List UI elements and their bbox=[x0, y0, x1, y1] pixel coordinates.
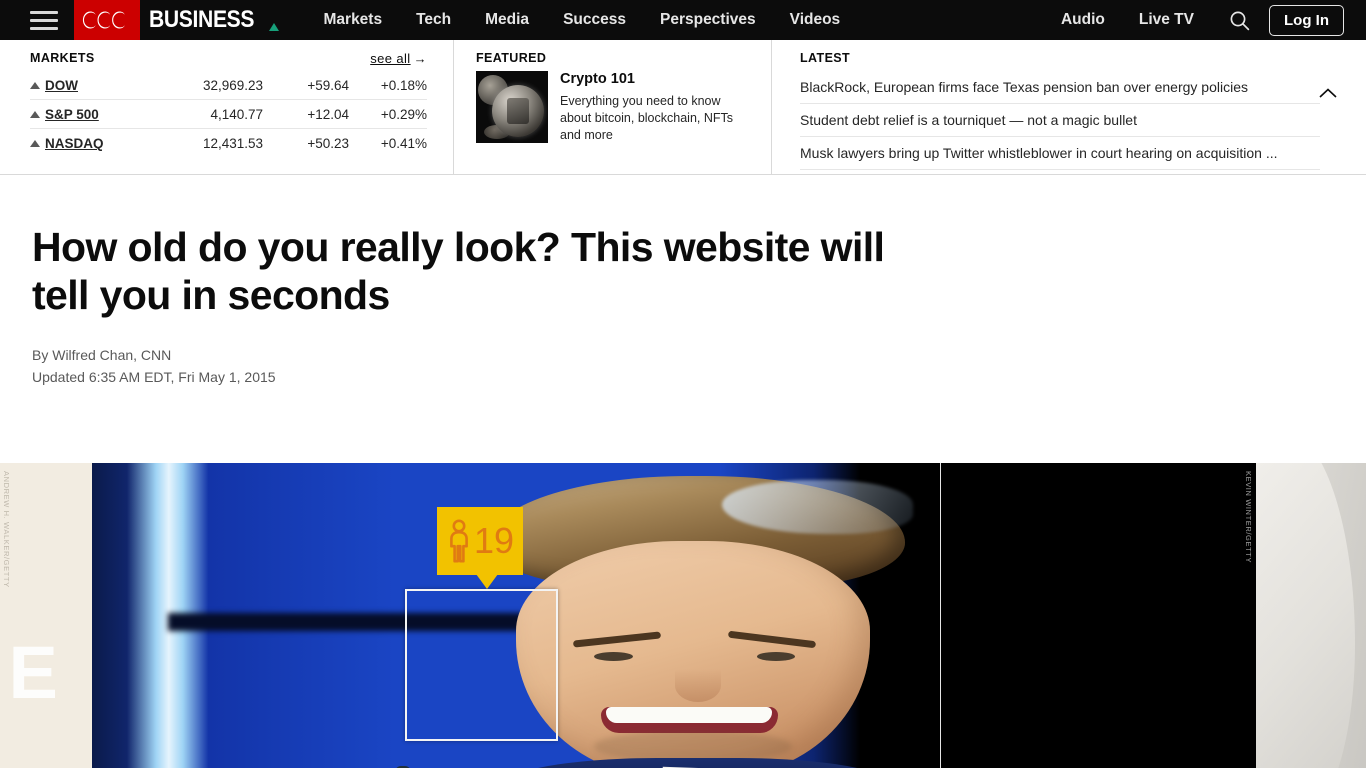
latest-heading: LATEST bbox=[800, 51, 851, 65]
featured-text-block: Crypto 101 Everything you need to know a… bbox=[560, 71, 751, 144]
article-updated-timestamp: Updated 6:35 AM EDT, Fri May 1, 2015 bbox=[32, 369, 276, 386]
table-row[interactable]: NASDAQ 12,431.53 +50.23 +0.41% bbox=[30, 129, 427, 158]
nav-link-live-tv[interactable]: Live TV bbox=[1122, 0, 1211, 40]
featured-heading: FEATURED bbox=[476, 51, 547, 65]
caret-up-icon bbox=[30, 110, 40, 118]
hamburger-menu-icon[interactable] bbox=[30, 10, 58, 30]
market-name-cell: NASDAQ bbox=[30, 136, 159, 151]
age-value: 19 bbox=[473, 519, 515, 561]
market-value: 12,431.53 bbox=[202, 136, 263, 151]
markets-heading: MARKETS bbox=[30, 51, 95, 66]
market-value: 32,969.23 bbox=[202, 77, 263, 93]
list-item[interactable]: Musk lawyers bring up Twitter whistleblo… bbox=[800, 137, 1320, 170]
table-row[interactable]: DOW 32,969.23 +59.64 +0.18% bbox=[30, 71, 427, 100]
markets-see-all-link[interactable]: see all → bbox=[370, 52, 427, 65]
market-symbol-sp500[interactable]: S&P 500 bbox=[45, 107, 99, 122]
table-row[interactable]: S&P 500 4,140.77 +12.04 +0.29% bbox=[30, 100, 427, 129]
article-header: How old do you really look? This website… bbox=[0, 223, 1366, 389]
market-change: +12.04 bbox=[307, 106, 349, 122]
nav-link-perspectives[interactable]: Perspectives bbox=[643, 0, 773, 40]
nav-link-markets[interactable]: Markets bbox=[307, 0, 400, 40]
media-divider bbox=[940, 462, 941, 768]
hamburger-line bbox=[30, 26, 58, 30]
teal-triangle-icon bbox=[268, 23, 279, 31]
market-name-cell: S&P 500 bbox=[30, 107, 159, 122]
page-title: How old do you really look? This website… bbox=[32, 224, 885, 319]
market-percent: +0.18% bbox=[380, 77, 427, 93]
teeth bbox=[606, 706, 773, 723]
top-navigation-bar: BUSINESS Markets Tech Media Success Pers… bbox=[0, 0, 1366, 40]
nav-right-group: Audio Live TV Log In bbox=[1044, 0, 1344, 40]
markets-heading-row: MARKETS see all → bbox=[30, 52, 427, 65]
face-detection-box bbox=[405, 588, 558, 741]
article-lead-image-strip: IE ANDREW H. WALKER/GETTY bbox=[0, 462, 1366, 768]
eye-right bbox=[756, 652, 796, 662]
adjacent-image-right bbox=[1256, 462, 1366, 768]
caret-up-icon bbox=[30, 81, 40, 89]
cnn-business-logo[interactable]: BUSINESS bbox=[74, 0, 281, 40]
login-button[interactable]: Log In bbox=[1269, 4, 1344, 36]
featured-title[interactable]: Crypto 101 bbox=[560, 71, 751, 88]
market-name-cell: DOW bbox=[30, 78, 159, 93]
market-change: +50.23 bbox=[307, 136, 349, 151]
photo-credit-watermark-right: KEVIN WINTER/GETTY bbox=[1244, 470, 1253, 563]
market-change: +59.64 bbox=[307, 77, 349, 93]
age-estimate-badge: 19 bbox=[437, 506, 523, 589]
eyebrow-left bbox=[572, 631, 662, 648]
coin-front bbox=[492, 84, 544, 137]
list-item[interactable]: BlackRock, European firms face Texas pen… bbox=[800, 71, 1320, 104]
background-letters: IE bbox=[0, 630, 62, 714]
lead-photo[interactable]: 19 KEVIN WINTER/GETTY bbox=[92, 462, 1256, 768]
article-byline: By Wilfred Chan, CNN bbox=[32, 346, 172, 363]
suit-jacket bbox=[493, 757, 901, 768]
caret-up-icon bbox=[30, 140, 40, 147]
chevron-up-icon[interactable] bbox=[1318, 86, 1338, 98]
secondary-info-bar: MARKETS see all → DOW 32,969.23 +59.64 +0… bbox=[0, 40, 1366, 175]
hamburger-line bbox=[30, 10, 58, 14]
search-icon[interactable] bbox=[1221, 2, 1257, 38]
hamburger-line bbox=[30, 18, 58, 22]
market-symbol-dow[interactable]: DOW bbox=[45, 78, 78, 93]
bitcoin-coin-icon[interactable] bbox=[476, 70, 548, 143]
nav-link-tech[interactable]: Tech bbox=[399, 0, 468, 40]
cnn-logo-icon bbox=[74, 0, 140, 40]
adjacent-image-left: IE ANDREW H. WALKER/GETTY bbox=[0, 462, 92, 768]
face bbox=[515, 541, 870, 768]
featured-panel: FEATURED Crypto 101 Everything you need … bbox=[454, 40, 772, 174]
photo-credit-watermark-left: ANDREW H. WALKER/GETTY bbox=[2, 470, 11, 588]
market-value: 4,140.77 bbox=[210, 106, 263, 122]
nose bbox=[675, 668, 722, 702]
business-wordmark: BUSINESS bbox=[140, 0, 281, 40]
list-item[interactable]: Student debt relief is a tourniquet — no… bbox=[800, 104, 1320, 137]
market-percent: +0.41% bbox=[380, 136, 427, 151]
featured-item[interactable]: Crypto 101 Everything you need to know a… bbox=[476, 70, 751, 144]
eye-left bbox=[593, 652, 633, 662]
latest-panel: LATEST BlackRock, European firms face Te… bbox=[772, 40, 1366, 174]
market-percent: +0.29% bbox=[380, 106, 427, 122]
featured-description: Everything you need to know about bitcoi… bbox=[560, 93, 734, 142]
adjacent-image-shape bbox=[1256, 462, 1355, 768]
primary-nav-links: Markets Tech Media Success Perspectives … bbox=[307, 0, 858, 40]
nav-link-audio[interactable]: Audio bbox=[1044, 0, 1122, 40]
nav-link-videos[interactable]: Videos bbox=[773, 0, 858, 40]
markets-panel: MARKETS see all → DOW 32,969.23 +59.64 +0… bbox=[0, 40, 454, 174]
person-figure-icon bbox=[450, 519, 468, 563]
market-symbol-nasdaq[interactable]: NASDAQ bbox=[45, 136, 104, 151]
mouth bbox=[600, 706, 778, 733]
arrow-right-icon: → bbox=[413, 51, 427, 66]
eyebrow-right bbox=[728, 630, 817, 649]
nav-link-success[interactable]: Success bbox=[546, 0, 643, 40]
nav-link-media[interactable]: Media bbox=[468, 0, 546, 40]
